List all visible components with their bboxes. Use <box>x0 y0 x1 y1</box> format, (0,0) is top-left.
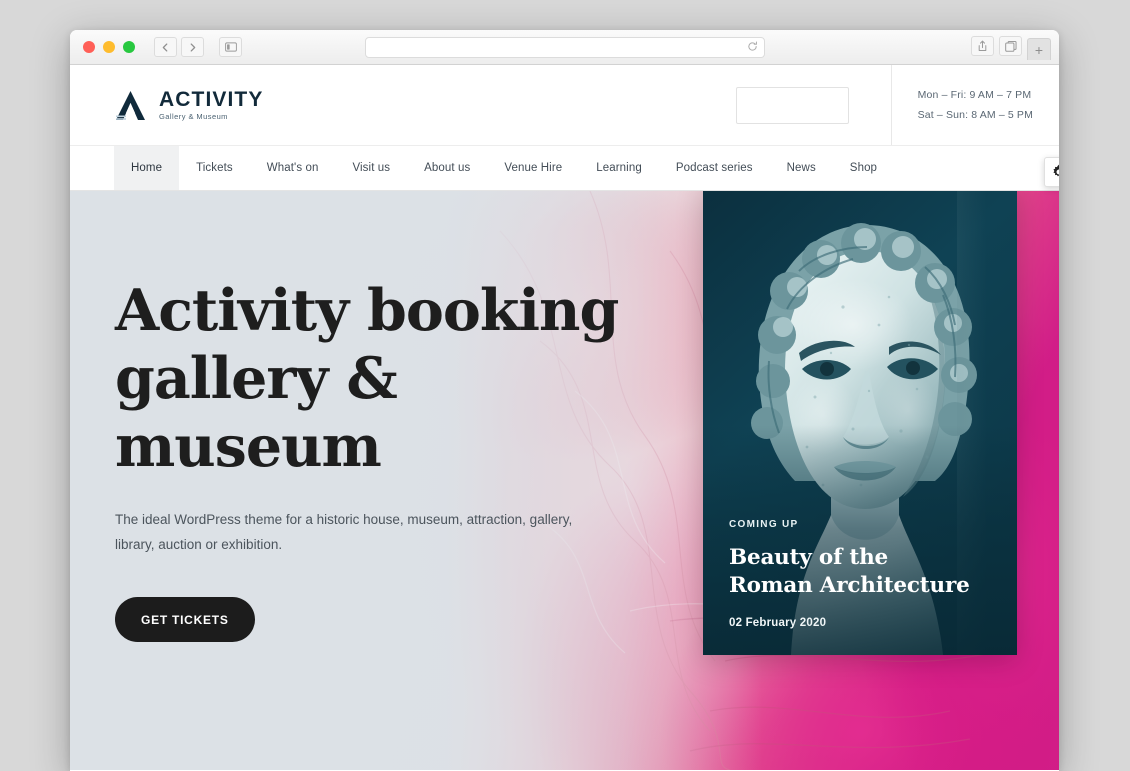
show-tabs-button[interactable] <box>999 36 1022 56</box>
back-button[interactable] <box>154 37 177 57</box>
promo-card[interactable]: COMING UP Beauty of the Roman Architectu… <box>703 191 1017 655</box>
nav-item-shop[interactable]: Shop <box>833 146 894 190</box>
hours-weekday: Mon – Fri: 9 AM – 7 PM <box>917 89 1032 101</box>
show-tabs-icon <box>1004 40 1017 52</box>
minimize-window-button[interactable] <box>103 41 115 53</box>
logo-tagline: Gallery & Museum <box>159 112 228 122</box>
hero-title-line2: gallery & museum <box>115 345 398 480</box>
promo-text: COMING UP Beauty of the Roman Architectu… <box>729 519 997 629</box>
header-search <box>735 65 891 145</box>
opening-hours: Mon – Fri: 9 AM – 7 PM Sat – Sun: 8 AM –… <box>890 65 1059 145</box>
nav-item-tickets[interactable]: Tickets <box>179 146 250 190</box>
navigation-buttons <box>154 37 242 57</box>
promo-title: Beauty of the Roman Architecture <box>729 544 997 600</box>
nav-item-home[interactable]: Home <box>114 146 180 190</box>
nav-item-podcast-series[interactable]: Podcast series <box>659 146 770 190</box>
address-bar[interactable] <box>365 37 765 58</box>
new-tab-button[interactable]: + <box>1027 38 1051 60</box>
logo-text: ACTIVITY Gallery & Museum <box>159 89 263 121</box>
close-window-button[interactable] <box>83 41 95 53</box>
site-header: ACTIVITY Gallery & Museum Mon – Fri: 9 A… <box>70 65 1059 145</box>
window-controls <box>70 41 135 53</box>
share-icon <box>978 40 987 51</box>
nav-item-venue-hire[interactable]: Venue Hire <box>487 146 579 190</box>
chevron-left-icon <box>162 42 168 52</box>
hero-subtitle: The ideal WordPress theme for a historic… <box>115 512 573 552</box>
search-box[interactable] <box>735 86 889 124</box>
chevron-right-icon <box>190 42 196 52</box>
site-logo[interactable]: ACTIVITY Gallery & Museum <box>114 89 263 121</box>
nav-item-whats-on[interactable]: What's on <box>250 146 336 190</box>
page-viewport: ACTIVITY Gallery & Museum Mon – Fri: 9 A… <box>70 65 1059 771</box>
forward-button[interactable] <box>181 37 204 57</box>
logo-brand: ACTIVITY <box>159 88 264 112</box>
nav-item-news[interactable]: News <box>770 146 833 190</box>
nav-item-learning[interactable]: Learning <box>579 146 659 190</box>
promo-title-line1: Beauty of the <box>729 545 889 570</box>
nav-item-about-us[interactable]: About us <box>407 146 487 190</box>
header-right: Mon – Fri: 9 AM – 7 PM Sat – Sun: 8 AM –… <box>735 65 1059 145</box>
settings-tab-button[interactable] <box>1044 157 1059 187</box>
browser-titlebar: + <box>70 30 1059 65</box>
page-title: Activity booking gallery & museum <box>115 277 635 481</box>
sidebar-toggle-button[interactable] <box>219 37 242 57</box>
triangle-a-logo-icon <box>116 90 145 120</box>
reload-icon[interactable] <box>747 41 758 55</box>
promo-date: 02 February 2020 <box>729 617 827 629</box>
nav-item-visit-us[interactable]: Visit us <box>335 146 407 190</box>
browser-toolbar-right: + <box>971 36 1051 60</box>
maximize-window-button[interactable] <box>123 41 135 53</box>
get-tickets-button[interactable]: GET TICKETS <box>115 597 255 642</box>
promo-kicker: COMING UP <box>729 519 799 530</box>
search-input[interactable] <box>746 99 889 111</box>
hero-copy: Activity booking gallery & museum The id… <box>115 277 635 642</box>
promo-title-line2: Roman Architecture <box>729 573 970 598</box>
share-button[interactable] <box>971 36 994 56</box>
browser-window: + ACTIVITY Gallery & Museum Mon – Fri: 9… <box>70 30 1059 771</box>
gear-icon <box>1052 164 1059 177</box>
sidebar-toggle-icon <box>224 42 237 52</box>
hero-title-line1: Activity booking <box>115 277 619 344</box>
hero-content: Activity booking gallery & museum The id… <box>70 191 1059 770</box>
main-navigation: Home Tickets What's on Visit us About us… <box>70 145 1059 191</box>
hours-weekend: Sat – Sun: 8 AM – 5 PM <box>917 109 1033 121</box>
hero-section: Activity booking gallery & museum The id… <box>70 191 1059 770</box>
